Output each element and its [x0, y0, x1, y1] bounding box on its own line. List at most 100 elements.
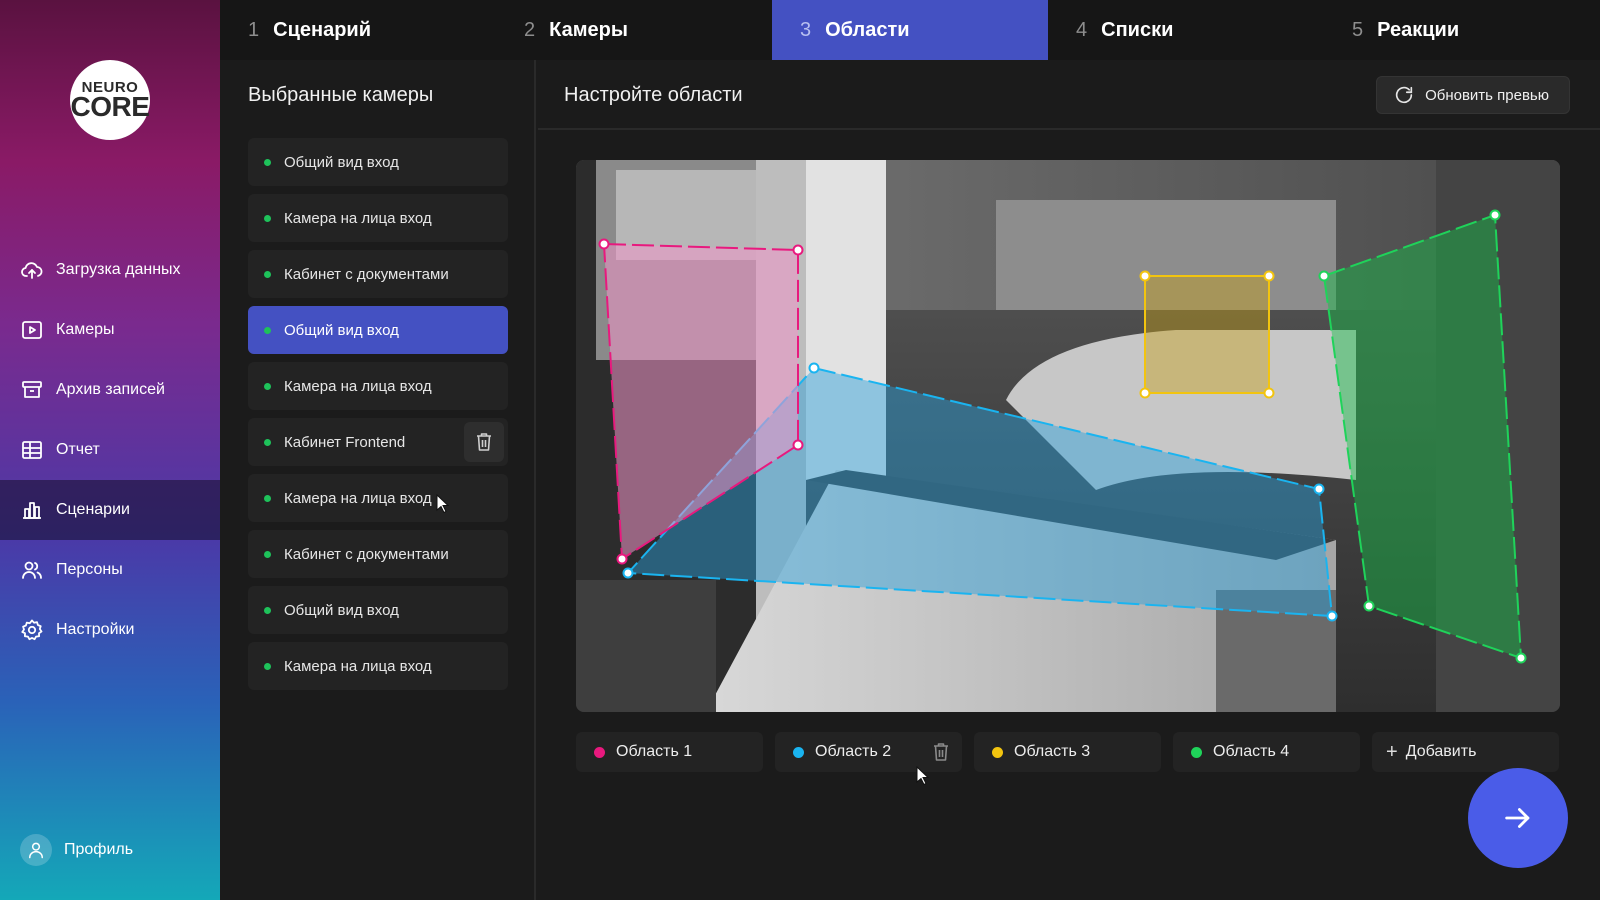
status-dot — [264, 494, 271, 502]
cloud-upload-icon — [21, 262, 43, 279]
tab-label: Списки — [1101, 18, 1174, 41]
delete-area-button[interactable] — [932, 742, 950, 767]
area-color-dot — [1191, 746, 1202, 758]
status-dot — [264, 158, 271, 166]
arrow-right-icon — [1505, 808, 1530, 828]
status-dot — [264, 382, 271, 390]
tab-label: Реакции — [1377, 18, 1460, 41]
area-color-dot — [793, 746, 804, 758]
camera-label: Кабинет Frontend — [284, 433, 406, 451]
camera-preview[interactable] — [576, 160, 1560, 712]
status-dot — [264, 438, 271, 446]
status-dot — [264, 550, 271, 558]
tab-scenario[interactable]: 1 Сценарий — [220, 0, 496, 60]
camera-label: Камера на лица вход — [284, 209, 432, 227]
status-dot — [264, 270, 271, 278]
tab-lists[interactable]: 4 Списки — [1048, 0, 1324, 60]
bar-chart-icon — [23, 502, 41, 519]
area-label: Область 4 — [1213, 743, 1290, 760]
refresh-preview-button[interactable]: Обновить превью — [1376, 76, 1570, 114]
areas-editor: Настройте области Обновить превью Област… — [538, 60, 1600, 900]
stepper-tabs: 1 Сценарий 2 Камеры 3 Области 4 Списки 5 Реак… — [220, 0, 1600, 60]
sidebar-nav: Загрузка данных Камеры Архив записей Отч… — [0, 240, 220, 660]
sidebar: NEURO CORE Загрузка данных Камеры Архив … — [0, 0, 220, 900]
camera-item[interactable]: Камера на лица вход — [248, 642, 508, 690]
camera-item[interactable]: Камера на лица вход — [248, 194, 508, 242]
mouse-cursor — [436, 494, 450, 514]
plus-icon: + — [1386, 740, 1398, 763]
camera-item-selected[interactable]: Общий вид вход — [248, 306, 508, 354]
sidebar-item-label: Отчет — [56, 441, 100, 458]
tab-cameras[interactable]: 2 Камеры — [496, 0, 772, 60]
camera-label: Камера на лица вход — [284, 377, 432, 395]
page-title: Настройте области — [564, 84, 743, 106]
sidebar-item-upload[interactable]: Загрузка данных — [0, 240, 220, 300]
tab-number: 2 — [524, 18, 536, 41]
tab-label: Камеры — [549, 18, 628, 41]
tab-reactions[interactable]: 5 Реакции — [1324, 0, 1600, 60]
camera-label: Общий вид вход — [284, 153, 399, 171]
tab-number: 5 — [1352, 18, 1364, 41]
video-icon — [22, 321, 42, 339]
status-dot — [264, 214, 271, 222]
area-chip-4[interactable]: Область 4 — [1173, 732, 1360, 772]
users-icon — [22, 561, 42, 579]
sidebar-item-scenarios[interactable]: Сценарии — [0, 480, 220, 540]
camera-item-hover[interactable]: Кабинет Frontend — [248, 418, 508, 466]
camera-item[interactable]: Кабинет с документами — [248, 530, 508, 578]
tab-number: 1 — [248, 18, 260, 41]
sidebar-item-label: Камеры — [56, 321, 115, 338]
logo-line-2: CORE — [70, 91, 150, 123]
camera-item[interactable]: Общий вид вход — [248, 586, 508, 634]
sidebar-item-label: Персоны — [56, 561, 123, 578]
neurocore-logo[interactable]: NEURO CORE — [70, 60, 150, 140]
camera-item[interactable]: Кабинет с документами — [248, 250, 508, 298]
camera-frame — [576, 160, 1560, 712]
status-dot — [264, 606, 271, 614]
camera-label: Общий вид вход — [284, 321, 399, 339]
areas-list: Область 1 Область 2 Область 3 Область 4 … — [576, 732, 1559, 772]
sidebar-item-settings[interactable]: Настройки — [0, 600, 220, 660]
avatar — [20, 834, 52, 866]
delete-camera-button[interactable] — [464, 422, 504, 462]
profile-link[interactable]: Профиль — [20, 834, 133, 866]
camera-item[interactable]: Камера на лица вход — [248, 362, 508, 410]
user-icon — [29, 842, 43, 859]
sidebar-item-cameras[interactable]: Камеры — [0, 300, 220, 360]
camera-label: Кабинет с документами — [284, 545, 449, 563]
table-icon — [22, 441, 42, 459]
profile-label: Профиль — [64, 841, 134, 858]
sidebar-item-archive[interactable]: Архив записей — [0, 360, 220, 420]
area-chip-3[interactable]: Область 3 — [974, 732, 1161, 772]
next-step-button[interactable] — [1468, 768, 1568, 868]
sidebar-item-persons[interactable]: Персоны — [0, 540, 220, 600]
sidebar-item-label: Загрузка данных — [56, 261, 181, 278]
area-color-dot — [992, 746, 1003, 758]
area-color-dot — [594, 746, 605, 758]
tab-label: Области — [825, 18, 910, 41]
archive-icon — [22, 381, 42, 398]
camera-item[interactable]: Общий вид вход — [248, 138, 508, 186]
sidebar-item-label: Архив записей — [56, 381, 165, 398]
area-label: Область 1 — [616, 743, 693, 760]
area-chip-1[interactable]: Область 1 — [576, 732, 763, 772]
mouse-cursor — [916, 766, 930, 786]
sidebar-item-label: Сценарии — [56, 501, 130, 518]
area-chip-2[interactable]: Область 2 — [775, 732, 962, 772]
sidebar-item-label: Настройки — [56, 621, 135, 638]
status-dot — [264, 326, 271, 334]
tab-areas[interactable]: 3 Области — [772, 0, 1048, 60]
tab-label: Сценарий — [273, 18, 371, 41]
add-area-button[interactable]: + Добавить — [1372, 732, 1559, 772]
area-label: Область 3 — [1014, 743, 1091, 760]
sidebar-item-report[interactable]: Отчет — [0, 420, 220, 480]
selected-cameras-panel: Выбранные камеры Общий вид вход Камера н… — [220, 60, 536, 900]
camera-item[interactable]: Камера на лица вход — [248, 474, 508, 522]
tab-number: 4 — [1076, 18, 1088, 41]
tab-number: 3 — [800, 18, 812, 41]
camera-label: Общий вид вход — [284, 601, 399, 619]
camera-list: Общий вид вход Камера на лица вход Кабин… — [248, 138, 508, 698]
refresh-icon — [1395, 86, 1413, 104]
camera-label: Камера на лица вход — [284, 489, 432, 507]
camera-label: Камера на лица вход — [284, 657, 432, 675]
